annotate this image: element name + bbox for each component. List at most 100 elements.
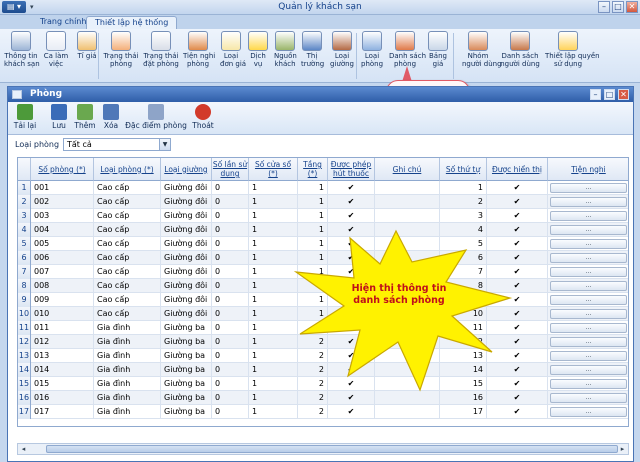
cell-so-phong[interactable]: 017 [31, 405, 94, 419]
horizontal-scrollbar[interactable]: ◂ ▸ [17, 443, 629, 455]
ribbon-button-house[interactable]: Trạng thái phòng [103, 31, 139, 68]
cell-tang[interactable]: 2 [298, 377, 328, 391]
amenities-button[interactable]: ... [550, 281, 627, 291]
cell-hien-thi[interactable]: ✔ [487, 307, 548, 321]
toolbar-button-delete[interactable]: Xóa [100, 104, 122, 130]
ribbon-button-guest-source[interactable]: Nguồn khách [274, 31, 297, 68]
window-close-button[interactable]: ✕ [618, 89, 629, 100]
cell-stt[interactable]: 14 [440, 363, 487, 377]
amenities-button[interactable]: ... [550, 225, 627, 235]
row-number[interactable]: 1 [18, 181, 31, 195]
cell-tang[interactable]: 1 [298, 195, 328, 209]
cell-ghi-chu[interactable] [375, 195, 440, 209]
cell-loai-phong[interactable]: Cao cấp [94, 209, 161, 223]
toolbar-button-add[interactable]: Thêm [72, 104, 98, 130]
cell-ghi-chu[interactable] [375, 265, 440, 279]
column-header[interactable]: Số thứ tự [440, 158, 487, 181]
scroll-thumb[interactable] [46, 445, 618, 453]
cell-loai-phong[interactable]: Cao cấp [94, 293, 161, 307]
table-row[interactable]: 5 005 Cao cấp Giường đôi 0 1 1 ✔ 5 ✔... [18, 237, 628, 251]
table-row[interactable]: 6 006 Cao cấp Giường đôi 0 1 1 ✔ 6 ✔... [18, 251, 628, 265]
table-row[interactable]: 2 002 Cao cấp Giường đôi 0 1 1 ✔ 2 ✔... [18, 195, 628, 209]
cell-loai-phong[interactable]: Cao cấp [94, 223, 161, 237]
cell-cua-so[interactable]: 1 [249, 279, 298, 293]
cell-so-phong[interactable]: 003 [31, 209, 94, 223]
cell-stt[interactable]: 10 [440, 307, 487, 321]
amenities-button[interactable]: ... [550, 239, 627, 249]
ribbon-button-room-type[interactable]: Loại phòng [361, 31, 383, 68]
cell-stt[interactable]: 3 [440, 209, 487, 223]
cell-so-lan[interactable]: 0 [212, 237, 249, 251]
cell-tang[interactable]: 1 [298, 279, 328, 293]
cell-stt[interactable]: 11 [440, 321, 487, 335]
table-row[interactable]: 13 013 Gia đình Giường ba 0 1 2 ✔ 13 ✔... [18, 349, 628, 363]
cell-loai-giuong[interactable]: Giường ba [161, 363, 212, 377]
cell-hut-thuoc[interactable]: ✔ [328, 405, 375, 419]
cell-so-phong[interactable]: 010 [31, 307, 94, 321]
cell-cua-so[interactable]: 1 [249, 237, 298, 251]
column-header[interactable]: Số phòng (*) [31, 158, 94, 181]
cell-hut-thuoc[interactable]: ✔ [328, 251, 375, 265]
cell-so-lan[interactable]: 0 [212, 321, 249, 335]
cell-so-phong[interactable]: 005 [31, 237, 94, 251]
cell-so-lan[interactable]: 0 [212, 251, 249, 265]
cell-loai-giuong[interactable]: Giường đôi [161, 237, 212, 251]
ribbon-button-hotel[interactable]: Thông tin khách sạn [4, 31, 40, 68]
table-row[interactable]: 12 012 Gia đình Giường ba 0 1 2 ✔ 12 ✔... [18, 335, 628, 349]
cell-tang[interactable]: 2 [298, 391, 328, 405]
cell-so-lan[interactable]: 0 [212, 209, 249, 223]
cell-loai-giuong[interactable]: Giường đôi [161, 209, 212, 223]
cell-loai-phong[interactable]: Gia đình [94, 349, 161, 363]
cell-hien-thi[interactable]: ✔ [487, 321, 548, 335]
cell-cua-so[interactable]: 1 [249, 181, 298, 195]
cell-so-phong[interactable]: 014 [31, 363, 94, 377]
ribbon-button-globe[interactable]: Thị trường [301, 31, 324, 68]
cell-hien-thi[interactable]: ✔ [487, 405, 548, 419]
cell-so-lan[interactable]: 0 [212, 377, 249, 391]
ribbon-button-price[interactable]: Loại đơn giá [220, 31, 246, 68]
cell-loai-phong[interactable]: Gia đình [94, 335, 161, 349]
amenities-button[interactable]: ... [550, 351, 627, 361]
cell-stt[interactable]: 12 [440, 335, 487, 349]
amenities-button[interactable]: ... [550, 253, 627, 263]
amenities-button[interactable]: ... [550, 211, 627, 221]
cell-hien-thi[interactable]: ✔ [487, 251, 548, 265]
cell-hien-thi[interactable]: ✔ [487, 349, 548, 363]
cell-stt[interactable]: 5 [440, 237, 487, 251]
column-header[interactable]: Ghi chú [375, 158, 440, 181]
cell-so-lan[interactable]: 0 [212, 181, 249, 195]
cell-hut-thuoc[interactable]: ✔ [328, 363, 375, 377]
cell-ghi-chu[interactable] [375, 237, 440, 251]
cell-tang[interactable]: 1 [298, 265, 328, 279]
cell-hien-thi[interactable]: ✔ [487, 237, 548, 251]
app-close-button[interactable]: ✕ [626, 1, 638, 13]
table-row[interactable]: 1 001 Cao cấp Giường đôi 0 1 1 ✔ 1 ✔... [18, 181, 628, 195]
cell-so-lan[interactable]: 0 [212, 335, 249, 349]
ribbon-button-room-list[interactable]: Danh sách phòng [389, 31, 426, 68]
cell-hut-thuoc[interactable]: ✔ [328, 307, 375, 321]
table-row[interactable]: 10 010 Cao cấp Giường đôi 0 1 1 ✔ 10 ✔... [18, 307, 628, 321]
cell-hien-thi[interactable]: ✔ [487, 209, 548, 223]
scroll-right-icon[interactable]: ▸ [617, 444, 628, 454]
column-header[interactable]: Loại phòng (*) [94, 158, 161, 181]
cell-so-lan[interactable]: 0 [212, 391, 249, 405]
cell-ghi-chu[interactable] [375, 307, 440, 321]
amenities-button[interactable]: ... [550, 183, 627, 193]
cell-cua-so[interactable]: 1 [249, 363, 298, 377]
cell-loai-giuong[interactable]: Giường ba [161, 391, 212, 405]
cell-cua-so[interactable]: 1 [249, 377, 298, 391]
cell-hien-thi[interactable]: ✔ [487, 377, 548, 391]
table-row[interactable]: 3 003 Cao cấp Giường đôi 0 1 1 ✔ 3 ✔... [18, 209, 628, 223]
table-row[interactable]: 17 017 Gia đình Giường ba 0 1 2 ✔ 17 ✔... [18, 405, 628, 419]
cell-tang[interactable]: 1 [298, 181, 328, 195]
cell-cua-so[interactable]: 1 [249, 335, 298, 349]
cell-so-lan[interactable]: 0 [212, 405, 249, 419]
cell-ghi-chu[interactable] [375, 391, 440, 405]
table-row[interactable]: 11 011 Gia đình Giường ba 0 1 2 ✔ 11 ✔... [18, 321, 628, 335]
cell-stt[interactable]: 17 [440, 405, 487, 419]
row-number[interactable]: 9 [18, 293, 31, 307]
cell-so-phong[interactable]: 006 [31, 251, 94, 265]
cell-stt[interactable]: 2 [440, 195, 487, 209]
cell-loai-giuong[interactable]: Giường đôi [161, 251, 212, 265]
cell-stt[interactable]: 16 [440, 391, 487, 405]
